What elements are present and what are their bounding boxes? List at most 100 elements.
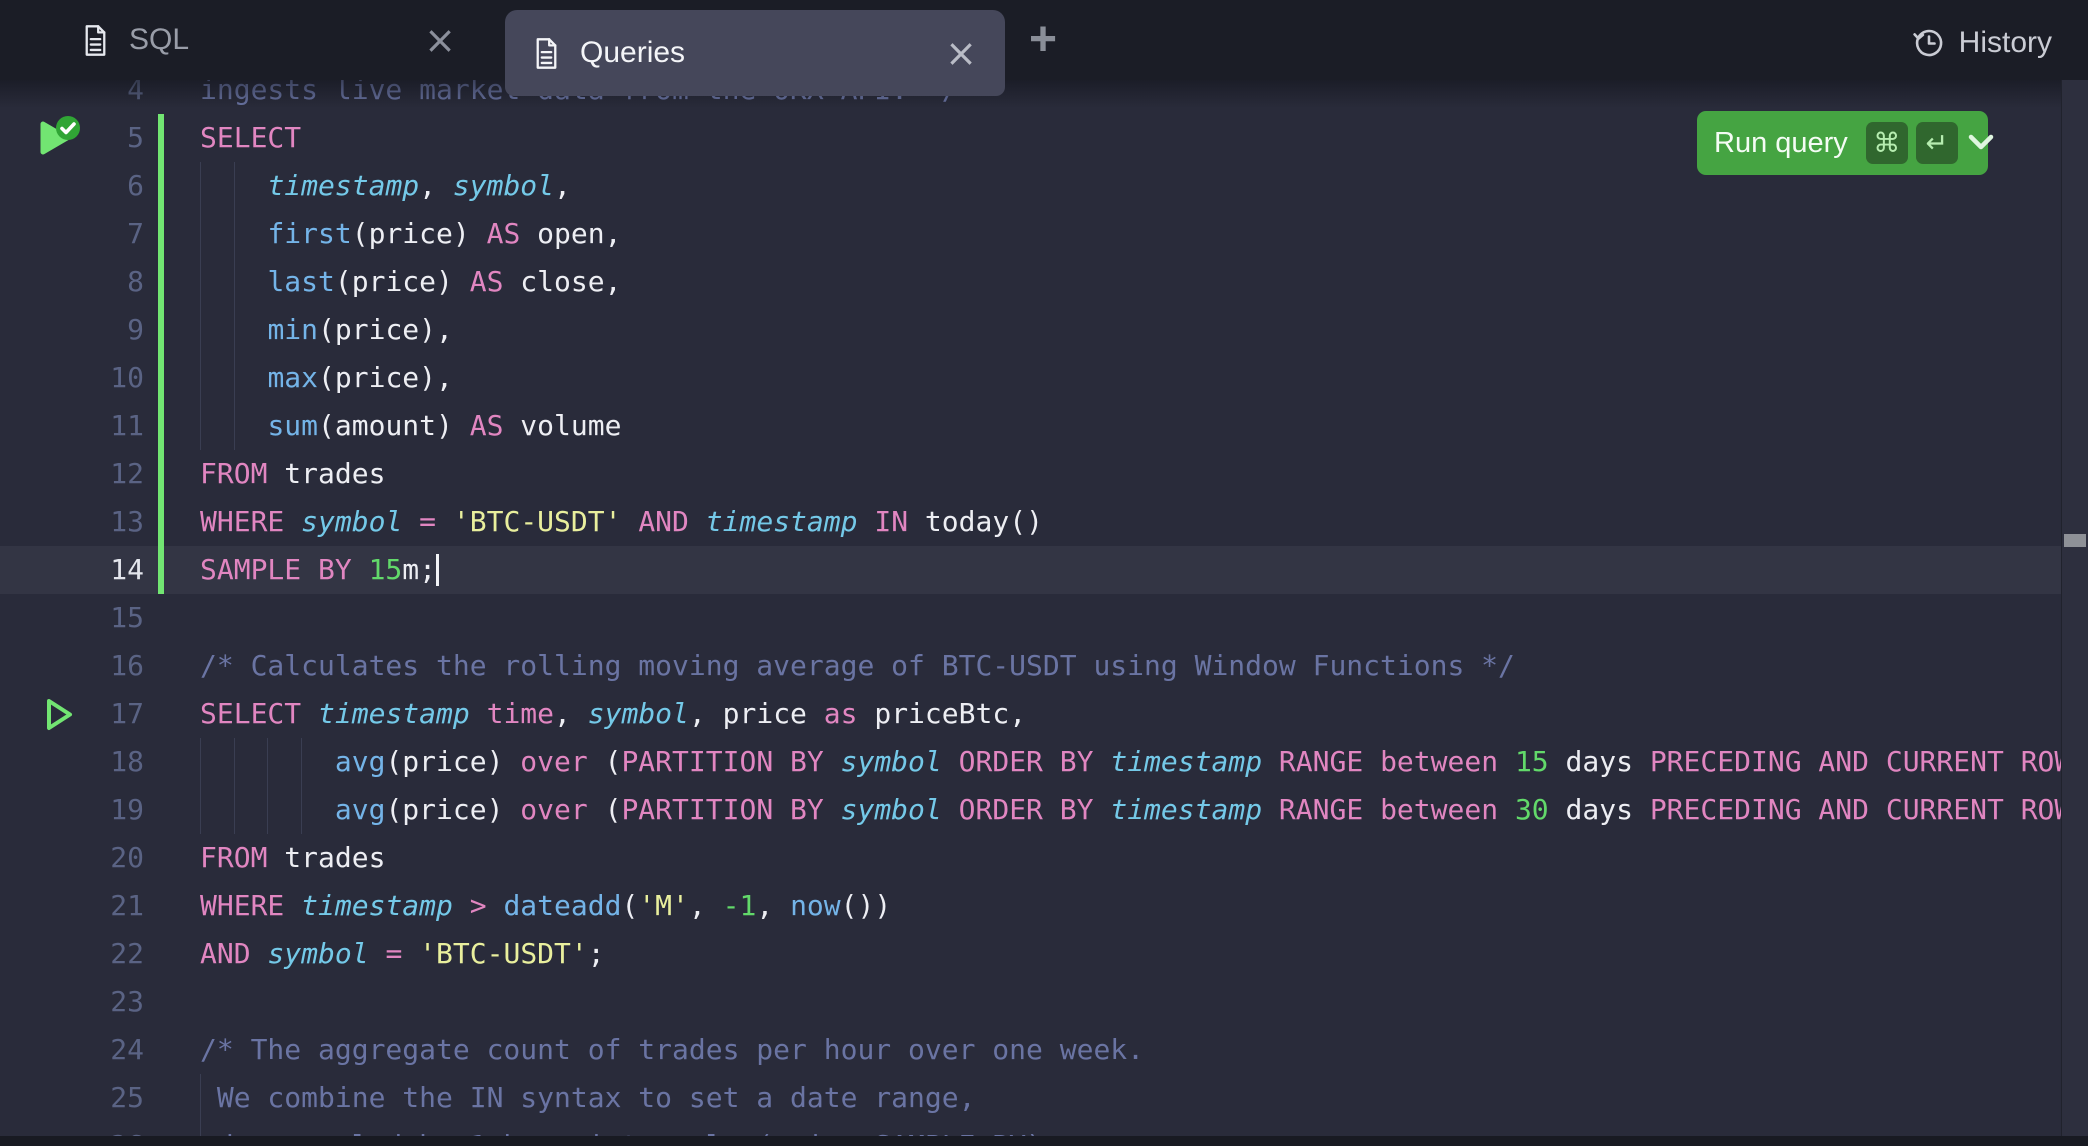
run-query-marker[interactable] — [0, 690, 90, 738]
indent-guide — [200, 258, 201, 306]
code-line-10[interactable]: 10 max(price), — [0, 354, 2061, 402]
code-line-23[interactable]: 23 — [0, 978, 2061, 1026]
code-text: ingests live market data from the OKX AP… — [148, 80, 2061, 114]
run-query-button[interactable]: Run query ⌘ ↵ — [1697, 111, 1988, 175]
active-query-indicator — [158, 498, 164, 546]
indent-guide — [200, 162, 201, 210]
active-query-indicator — [158, 546, 164, 594]
indent-guide — [200, 1122, 201, 1136]
new-tab-button[interactable]: + — [1016, 13, 1070, 67]
code-text: min(price), — [148, 306, 2061, 354]
line-number: 23 — [90, 978, 148, 1026]
indent-guide — [234, 354, 235, 402]
code-line-22[interactable]: 22AND symbol = 'BTC-USDT'; — [0, 930, 2061, 978]
indent-guide — [200, 1074, 201, 1122]
code-line-18[interactable]: 18 avg(price) over (PARTITION BY symbol … — [0, 738, 2061, 786]
line-number: 26 — [90, 1122, 148, 1136]
tab-sql[interactable]: SQL × — [58, 0, 480, 80]
history-button[interactable]: History — [1912, 26, 2052, 60]
code-line-12[interactable]: 12FROM trades — [0, 450, 2061, 498]
editor-scrollbar[interactable] — [2061, 80, 2088, 1136]
indent-guide — [234, 738, 235, 786]
marker-gutter — [0, 80, 90, 114]
line-number: 14 — [90, 546, 148, 594]
run-query-success-marker[interactable] — [0, 114, 90, 162]
line-number: 4 — [90, 80, 148, 114]
line-number: 19 — [90, 786, 148, 834]
marker-gutter — [0, 930, 90, 978]
code-line-14[interactable]: 14SAMPLE BY 15m; — [0, 546, 2061, 594]
code-line-16[interactable]: 16/* Calculates the rolling moving avera… — [0, 642, 2061, 690]
line-number: 11 — [90, 402, 148, 450]
code-line-11[interactable]: 11 sum(amount) AS volume — [0, 402, 2061, 450]
history-label: History — [1959, 26, 2052, 60]
close-icon[interactable]: × — [945, 34, 977, 72]
indent-guide — [234, 258, 235, 306]
indent-guide — [301, 786, 302, 834]
tab-queries[interactable]: Queries × — [505, 10, 1005, 96]
run-query-label: Run query — [1714, 127, 1848, 160]
scrollbar-thumb[interactable] — [2064, 534, 2086, 547]
cmd-key-icon: ⌘ — [1866, 122, 1908, 164]
active-query-indicator — [158, 354, 164, 402]
indent-guide — [234, 210, 235, 258]
marker-gutter — [0, 498, 90, 546]
code-text: WHERE symbol = 'BTC-USDT' AND timestamp … — [148, 498, 2061, 546]
code-line-9[interactable]: 9 min(price), — [0, 306, 2061, 354]
code-line-21[interactable]: 21WHERE timestamp > dateadd('M', -1, now… — [0, 882, 2061, 930]
line-number: 13 — [90, 498, 148, 546]
code-line-20[interactable]: 20FROM trades — [0, 834, 2061, 882]
code-text: /* Calculates the rolling moving average… — [148, 642, 2061, 690]
code-text: FROM trades — [148, 450, 2061, 498]
code-line-26[interactable]: 26 downsampled by 1-hour intervals (usin… — [0, 1122, 2061, 1136]
indent-guide — [234, 402, 235, 450]
code-text: last(price) AS close, — [148, 258, 2061, 306]
marker-gutter — [0, 978, 90, 1026]
code-text: avg(price) over (PARTITION BY symbol ORD… — [148, 786, 2061, 834]
line-number: 24 — [90, 1026, 148, 1074]
active-query-indicator — [158, 450, 164, 498]
code-lines: 4ingests live market data from the OKX A… — [0, 80, 2061, 1136]
chevron-down-icon[interactable] — [1966, 133, 1996, 153]
marker-gutter — [0, 546, 90, 594]
line-number: 9 — [90, 306, 148, 354]
enter-key-icon: ↵ — [1916, 122, 1958, 164]
code-line-4[interactable]: 4ingests live market data from the OKX A… — [0, 80, 2061, 114]
indent-guide — [200, 738, 201, 786]
marker-gutter — [0, 594, 90, 642]
line-number: 18 — [90, 738, 148, 786]
code-text: first(price) AS open, — [148, 210, 2061, 258]
text-cursor — [436, 554, 439, 586]
marker-gutter — [0, 786, 90, 834]
tab-label: Queries — [580, 36, 685, 70]
marker-gutter — [0, 642, 90, 690]
code-line-15[interactable]: 15 — [0, 594, 2061, 642]
marker-gutter — [0, 738, 90, 786]
code-text: AND symbol = 'BTC-USDT'; — [148, 930, 2061, 978]
indent-guide — [200, 786, 201, 834]
line-number: 15 — [90, 594, 148, 642]
history-icon — [1912, 26, 1946, 60]
code-line-7[interactable]: 7 first(price) AS open, — [0, 210, 2061, 258]
tab-label: SQL — [129, 23, 189, 57]
code-line-13[interactable]: 13WHERE symbol = 'BTC-USDT' AND timestam… — [0, 498, 2061, 546]
code-line-25[interactable]: 25 We combine the IN syntax to set a dat… — [0, 1074, 2061, 1122]
code-line-8[interactable]: 8 last(price) AS close, — [0, 258, 2061, 306]
line-number: 12 — [90, 450, 148, 498]
marker-gutter — [0, 402, 90, 450]
code-text: max(price), — [148, 354, 2061, 402]
code-line-19[interactable]: 19 avg(price) over (PARTITION BY symbol … — [0, 786, 2061, 834]
indent-guide — [301, 738, 302, 786]
code-text: avg(price) over (PARTITION BY symbol ORD… — [148, 738, 2061, 786]
code-text: WHERE timestamp > dateadd('M', -1, now()… — [148, 882, 2061, 930]
code-line-17[interactable]: 17SELECT timestamp time, symbol, price a… — [0, 690, 2061, 738]
active-query-indicator — [158, 402, 164, 450]
file-icon — [533, 37, 560, 70]
indent-guide — [267, 738, 268, 786]
sql-editor[interactable]: 4ingests live market data from the OKX A… — [0, 80, 2061, 1136]
close-icon[interactable]: × — [424, 21, 456, 59]
line-number: 8 — [90, 258, 148, 306]
active-query-indicator — [158, 162, 164, 210]
code-line-24[interactable]: 24/* The aggregate count of trades per h… — [0, 1026, 2061, 1074]
marker-gutter — [0, 162, 90, 210]
